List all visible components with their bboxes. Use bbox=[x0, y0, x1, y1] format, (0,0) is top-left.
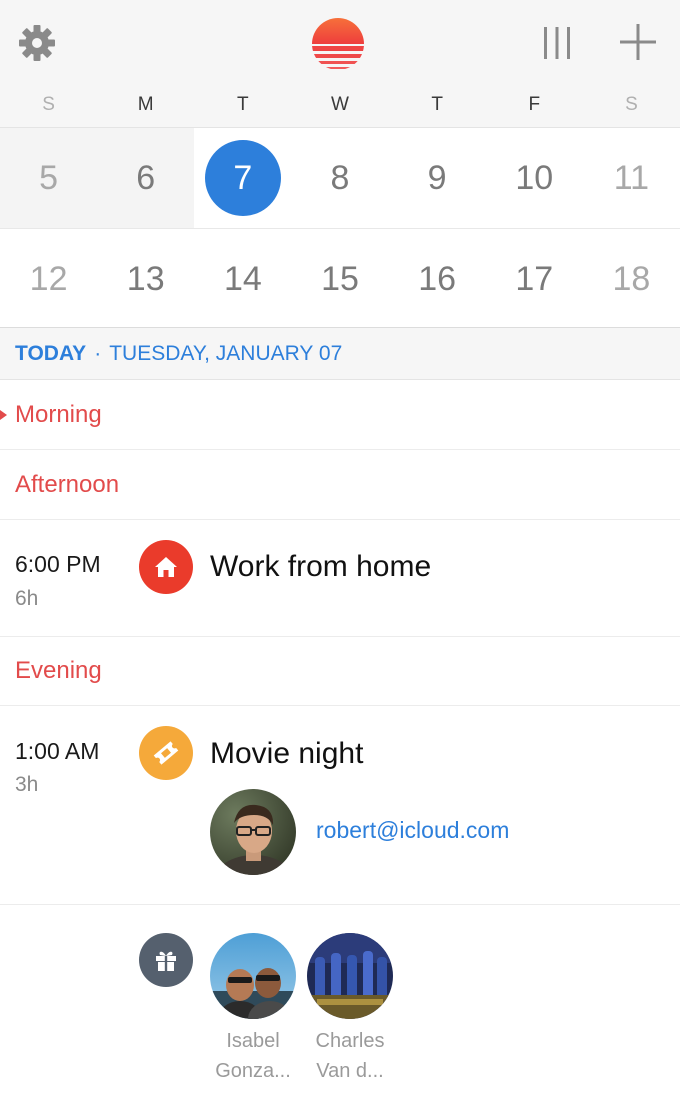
weekday-label: M bbox=[137, 94, 154, 115]
calendar-day[interactable]: 17 bbox=[486, 229, 583, 329]
day-number: 18 bbox=[612, 259, 651, 298]
day-number: 13 bbox=[126, 259, 165, 298]
calendar-day[interactable]: 6 bbox=[97, 128, 195, 228]
event-row[interactable]: 1:00 AM 3h Movie night robert@icloud.com bbox=[0, 707, 680, 905]
day-number: 10 bbox=[515, 158, 554, 197]
today-label: TODAY bbox=[15, 341, 87, 365]
calendar-week-row: 12 13 14 15 16 17 18 bbox=[0, 229, 680, 330]
day-number: 14 bbox=[223, 259, 262, 298]
calendar-day[interactable]: 11 bbox=[583, 128, 680, 228]
header-bar: S M T W T F S bbox=[0, 0, 680, 128]
selected-date-text: TUESDAY, JANUARY 07 bbox=[109, 341, 343, 365]
calendar-week-row: 5 6 7 8 9 10 11 bbox=[0, 128, 680, 229]
day-number: 5 bbox=[39, 158, 59, 197]
event-title: Movie night bbox=[210, 737, 364, 770]
calendar-day[interactable]: 14 bbox=[194, 229, 291, 329]
birthday-person-name: Van d... bbox=[316, 1060, 384, 1082]
weekday-label: F bbox=[528, 94, 541, 115]
weekday-label: S bbox=[625, 94, 638, 115]
day-number: 9 bbox=[427, 158, 447, 197]
attendee-email-link[interactable]: robert@icloud.com bbox=[316, 817, 509, 844]
weekday-label: S bbox=[42, 94, 55, 115]
birthday-person-avatar[interactable] bbox=[307, 933, 393, 1019]
selected-date-banner: TODAY · TUESDAY, JANUARY 07 bbox=[0, 327, 680, 380]
section-evening: Evening bbox=[0, 637, 680, 706]
calendar-day[interactable]: 9 bbox=[389, 128, 486, 228]
event-time: 1:00 AM bbox=[15, 738, 100, 764]
app-window: S M T W T F S 5 6 7 8 9 10 11 12 13 14 1… bbox=[0, 0, 680, 1104]
calendar-day[interactable]: 18 bbox=[583, 229, 680, 329]
event-duration: 6h bbox=[15, 587, 39, 610]
day-number: 6 bbox=[136, 158, 156, 197]
gear-icon[interactable] bbox=[10, 16, 64, 70]
day-number: 16 bbox=[418, 259, 457, 298]
plus-icon[interactable] bbox=[610, 14, 666, 70]
day-number: 17 bbox=[515, 259, 554, 298]
calendar-day[interactable]: 10 bbox=[486, 128, 583, 228]
calendar-day[interactable]: 8 bbox=[291, 128, 388, 228]
weekday-header-row: S M T W T F S bbox=[0, 90, 680, 120]
event-title: Work from home bbox=[210, 550, 432, 583]
current-time-marker-icon bbox=[0, 410, 7, 420]
day-number: 11 bbox=[613, 158, 650, 197]
calendar-day[interactable]: 16 bbox=[389, 229, 486, 329]
day-number: 8 bbox=[330, 158, 350, 197]
birthday-person-name: Gonza... bbox=[215, 1060, 291, 1082]
home-icon bbox=[139, 540, 193, 594]
date-separator: · bbox=[94, 341, 102, 365]
weekday-label: W bbox=[331, 94, 349, 115]
calendar-day[interactable]: 13 bbox=[97, 229, 194, 329]
section-label: Evening bbox=[15, 657, 102, 684]
section-afternoon: Afternoon bbox=[0, 451, 680, 520]
birthday-person-name: Charles bbox=[315, 1030, 385, 1052]
birthday-person-name: Isabel bbox=[226, 1030, 280, 1052]
calendar-day-today[interactable]: 7 bbox=[194, 128, 291, 228]
ticket-icon bbox=[139, 726, 193, 780]
birthday-row: Isabel Gonza... Charles Van d... bbox=[0, 905, 680, 1104]
section-label: Morning bbox=[15, 401, 102, 428]
calendar-day[interactable]: 12 bbox=[0, 229, 97, 329]
columns-icon[interactable] bbox=[530, 16, 584, 70]
event-time: 6:00 PM bbox=[15, 551, 101, 577]
today-day-number: 7 bbox=[204, 140, 281, 216]
sunrise-logo-icon bbox=[306, 12, 370, 76]
day-number: 15 bbox=[321, 259, 359, 298]
weekday-label: T bbox=[431, 94, 443, 115]
section-morning: Morning bbox=[0, 381, 680, 450]
event-duration: 3h bbox=[15, 773, 39, 796]
event-row[interactable]: 6:00 PM 6h Work from home bbox=[0, 521, 680, 637]
gift-icon bbox=[139, 933, 193, 987]
section-label: Afternoon bbox=[15, 471, 120, 498]
calendar-day[interactable]: 15 bbox=[291, 229, 388, 329]
calendar-day[interactable]: 5 bbox=[0, 128, 98, 228]
day-number: 12 bbox=[29, 259, 68, 298]
attendee-avatar[interactable] bbox=[210, 789, 296, 875]
birthday-person-avatar[interactable] bbox=[210, 933, 296, 1019]
weekday-label: T bbox=[237, 94, 249, 115]
